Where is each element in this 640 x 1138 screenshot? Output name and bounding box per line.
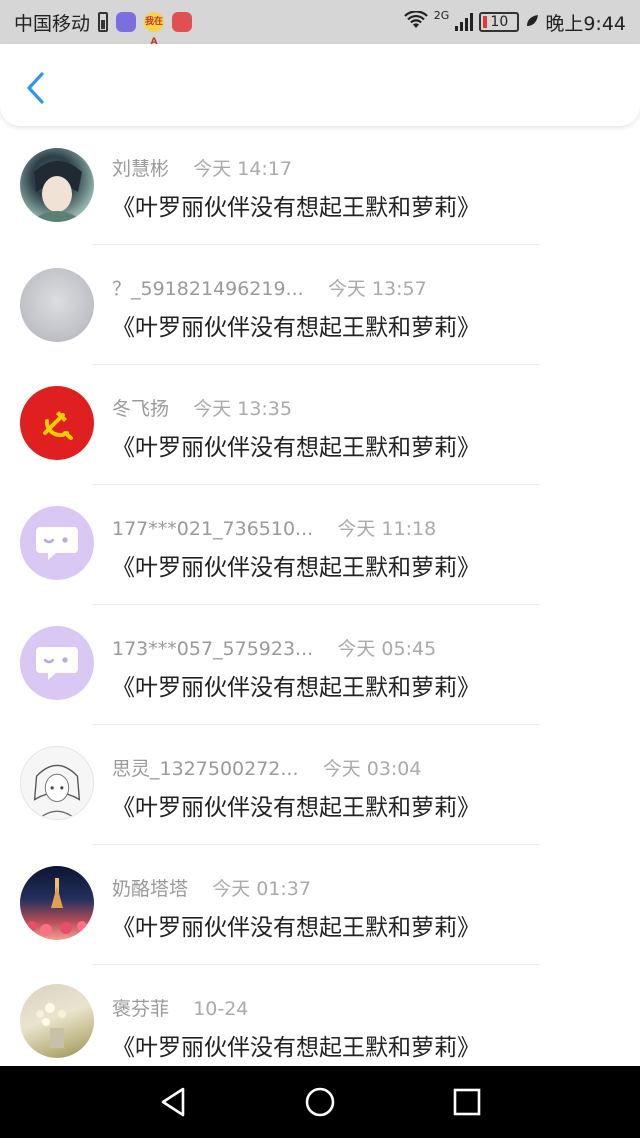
battery-icon: 10 xyxy=(479,12,520,32)
comment-meta: 思灵_1327500272... 今天 03:04 xyxy=(112,754,421,781)
comment-text[interactable]: 《叶罗丽伙伴没有想起王默和萝莉》 xyxy=(112,668,480,702)
username[interactable]: ？_591821496219... xyxy=(112,274,304,301)
timestamp: 今天 05:45 xyxy=(337,638,437,660)
default-purple-avatar[interactable] xyxy=(20,506,94,580)
comment-meta: 173***057_575923... 今天 05:45 xyxy=(112,634,436,661)
comment-meta: 刘慧彬 今天 14:17 xyxy=(112,154,292,181)
username[interactable]: 173***057_575923... xyxy=(112,638,313,660)
comment-text[interactable]: 《叶罗丽伙伴没有想起王默和萝莉》 xyxy=(112,428,480,462)
flower-vase-avatar[interactable] xyxy=(20,984,94,1058)
username[interactable]: 奶酪塔塔 xyxy=(112,874,188,901)
nav-back-button[interactable] xyxy=(155,1084,191,1120)
red-emblem-avatar[interactable] xyxy=(20,386,94,460)
comment-meta: 褒芬菲 10-24 xyxy=(112,994,248,1021)
comment-meta: 冬飞扬 今天 13:35 xyxy=(112,394,292,421)
username[interactable]: 177***021_736510... xyxy=(112,518,313,540)
nav-home-button[interactable] xyxy=(302,1084,338,1120)
timestamp: 今天 01:37 xyxy=(212,878,311,900)
default-purple-avatar[interactable] xyxy=(20,626,94,700)
triangle-back-icon xyxy=(162,1087,185,1117)
divider xyxy=(92,364,540,365)
nav-recents-button[interactable] xyxy=(449,1084,485,1120)
comment-meta: ？_591821496219... 今天 13:57 xyxy=(112,274,427,301)
timestamp: 今天 13:35 xyxy=(193,398,292,420)
circle-home-icon xyxy=(305,1087,335,1117)
huawei-icon xyxy=(172,12,193,32)
timestamp: 10-24 xyxy=(193,998,249,1020)
list-item[interactable]: 刘慧彬 今天 14:17 《叶罗丽伙伴没有想起王默和萝莉》 xyxy=(0,126,640,246)
username[interactable]: 褒芬菲 xyxy=(112,994,169,1021)
divider xyxy=(92,484,540,485)
list-item[interactable]: 奶酪塔塔 今天 01:37 《叶罗丽伙伴没有想起王默和萝莉》 xyxy=(0,846,640,966)
night-flowers-avatar[interactable] xyxy=(20,866,94,940)
comment-text[interactable]: 《叶罗丽伙伴没有想起王默和萝莉》 xyxy=(112,548,480,582)
username[interactable]: 刘慧彬 xyxy=(112,154,169,181)
system-navigation-bar xyxy=(0,1066,640,1138)
divider xyxy=(92,244,540,245)
timestamp: 今天 03:04 xyxy=(322,758,422,780)
comment-text[interactable]: 《叶罗丽伙伴没有想起王默和萝莉》 xyxy=(112,188,480,222)
divider xyxy=(92,964,540,965)
divider xyxy=(92,604,540,605)
sketch-girl-avatar[interactable] xyxy=(20,746,94,820)
list-item[interactable]: 思灵_1327500272... 今天 03:04 《叶罗丽伙伴没有想起王默和萝… xyxy=(0,726,640,846)
comment-meta: 奶酪塔塔 今天 01:37 xyxy=(112,874,311,901)
gray-sky-avatar[interactable] xyxy=(20,268,94,342)
signal-icon xyxy=(455,13,474,31)
location-app-icon: 我在A xyxy=(144,12,165,47)
wifi-icon xyxy=(404,10,428,34)
comment-text[interactable]: 《叶罗丽伙伴没有想起王默和萝莉》 xyxy=(112,1028,480,1062)
divider xyxy=(92,724,540,725)
anime-boy-avatar[interactable] xyxy=(20,148,94,222)
list-item[interactable]: 褒芬菲 10-24 《叶罗丽伙伴没有想起王默和萝莉》 xyxy=(0,966,640,1066)
chevron-left-icon xyxy=(27,72,44,104)
list-item[interactable]: 173***057_575923... 今天 05:45 《叶罗丽伙伴没有想起王… xyxy=(0,606,640,726)
status-bar-right: 2G 10 晚上9:44 xyxy=(404,0,626,44)
divider xyxy=(92,844,540,845)
clock: 晚上9:44 xyxy=(545,12,626,35)
timestamp: 今天 14:17 xyxy=(193,158,292,180)
network-type: 2G xyxy=(433,8,450,22)
top-app-bar xyxy=(0,44,640,126)
small-battery-icon xyxy=(98,12,109,32)
timestamp: 今天 13:57 xyxy=(327,278,427,300)
comment-list: 刘慧彬 今天 14:17 《叶罗丽伙伴没有想起王默和萝莉》 ？_59182149… xyxy=(0,126,640,1066)
timestamp: 今天 11:18 xyxy=(337,518,437,540)
app-notification-icon xyxy=(116,12,137,32)
comment-text[interactable]: 《叶罗丽伙伴没有想起王默和萝莉》 xyxy=(112,308,480,342)
status-bar-left: 中国移动 我在A xyxy=(14,0,193,47)
back-button[interactable] xyxy=(20,70,50,106)
list-item[interactable]: 冬飞扬 今天 13:35 《叶罗丽伙伴没有想起王默和萝莉》 xyxy=(0,366,640,486)
username[interactable]: 冬飞扬 xyxy=(112,394,169,421)
status-bar: 中国移动 我在A 2G 10 晚上9:44 xyxy=(0,0,640,47)
comment-text[interactable]: 《叶罗丽伙伴没有想起王默和萝莉》 xyxy=(112,908,480,942)
comment-text[interactable]: 《叶罗丽伙伴没有想起王默和萝莉》 xyxy=(112,788,480,822)
power-saving-icon xyxy=(525,13,539,32)
comment-meta: 177***021_736510... 今天 11:18 xyxy=(112,514,436,541)
list-item[interactable]: 177***021_736510... 今天 11:18 《叶罗丽伙伴没有想起王… xyxy=(0,486,640,606)
username[interactable]: 思灵_1327500272... xyxy=(112,754,299,781)
square-recents-icon xyxy=(453,1088,480,1116)
list-item[interactable]: ？_591821496219... 今天 13:57 《叶罗丽伙伴没有想起王默和… xyxy=(0,246,640,366)
carrier-name: 中国移动 xyxy=(14,12,91,35)
